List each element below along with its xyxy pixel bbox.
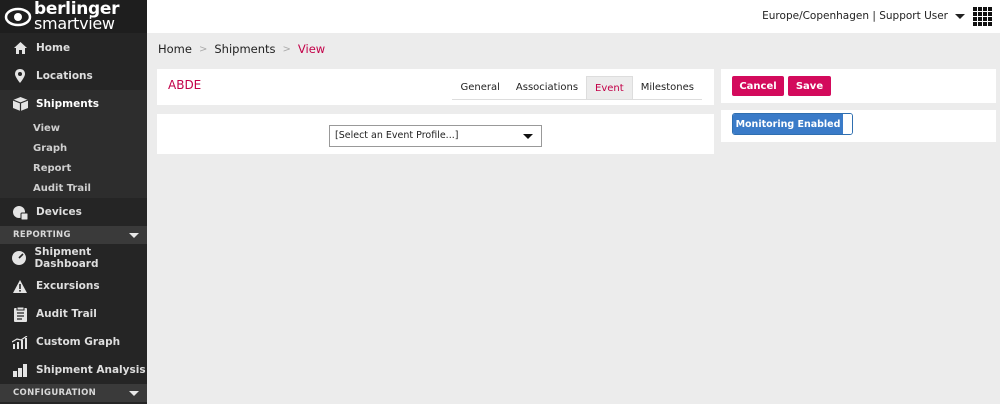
box-icon xyxy=(12,96,28,112)
sidebar-item-label: Locations xyxy=(36,70,93,82)
tab-associations[interactable]: Associations xyxy=(508,76,586,99)
chart-icon xyxy=(12,334,28,350)
sidebar-subitem-report[interactable]: Report xyxy=(0,158,147,178)
sidebar: berlinger smartview Home Locations Shipm… xyxy=(0,0,147,404)
home-icon xyxy=(12,40,28,56)
sidebar-item-locations[interactable]: Locations xyxy=(0,62,147,90)
app-grid-icon[interactable] xyxy=(973,7,992,26)
tab-milestones[interactable]: Milestones xyxy=(633,76,702,99)
bar-chart-icon xyxy=(12,362,28,378)
event-profile-select-value: [Select an Event Profile...] xyxy=(335,130,459,141)
save-button[interactable]: Save xyxy=(788,76,831,96)
sidebar-item-home[interactable]: Home xyxy=(0,34,147,62)
section-configuration[interactable]: CONFIGURATION xyxy=(0,384,147,402)
sidebar-subitem-graph[interactable]: Graph xyxy=(0,138,147,158)
event-profile-select[interactable]: [Select an Event Profile...] xyxy=(329,125,542,147)
map-pin-icon xyxy=(12,68,28,84)
warning-icon xyxy=(12,278,28,294)
sidebar-item-shipment-dashboard[interactable]: Shipment Dashboard xyxy=(0,244,147,272)
breadcrumb-current: View xyxy=(297,42,326,56)
chevron-down-icon xyxy=(523,134,533,139)
sidebar-item-label: Excursions xyxy=(36,280,100,292)
sidebar-item-custom-graph[interactable]: Custom Graph xyxy=(0,328,147,356)
sidebar-item-label: Devices xyxy=(36,206,82,218)
sidebar-subitem-audit-trail[interactable]: Audit Trail xyxy=(0,178,147,198)
tab-bar: General Associations Event Milestones xyxy=(452,76,702,100)
monitoring-panel: Monitoring Enabled xyxy=(721,110,996,142)
shipment-title: ABDE xyxy=(168,78,202,92)
brand-line-2: smartview xyxy=(34,14,115,33)
sidebar-item-devices[interactable]: Devices xyxy=(0,198,147,226)
section-reporting-label: REPORTING xyxy=(13,230,71,240)
device-icon xyxy=(12,204,28,220)
eye-logo-icon xyxy=(4,7,32,27)
user-info[interactable]: Europe/Copenhagen | Support User xyxy=(762,10,948,22)
logo[interactable]: berlinger smartview xyxy=(0,0,147,33)
user-menu-chevron-icon[interactable] xyxy=(955,14,965,19)
shipment-header-panel: ABDE General Associations Event Mileston… xyxy=(157,69,714,105)
section-reporting[interactable]: REPORTING xyxy=(0,226,147,244)
sidebar-item-audit-trail[interactable]: Audit Trail xyxy=(0,300,147,328)
breadcrumb-chevron-icon: > xyxy=(198,43,208,55)
chevron-down-icon xyxy=(129,390,139,396)
sidebar-item-label: Shipment Dashboard xyxy=(34,246,99,270)
toggle-knob[interactable] xyxy=(843,114,852,134)
monitoring-toggle-label: Monitoring Enabled xyxy=(733,114,843,134)
sidebar-item-excursions[interactable]: Excursions xyxy=(0,272,147,300)
sidebar-item-shipment-analysis[interactable]: Shipment Analysis xyxy=(0,356,147,384)
event-panel: [Select an Event Profile...] xyxy=(157,114,714,154)
breadcrumb-home[interactable]: Home xyxy=(158,42,192,56)
breadcrumb-chevron-icon: > xyxy=(282,43,291,55)
chevron-down-icon xyxy=(129,232,139,238)
breadcrumb-shipments[interactable]: Shipments xyxy=(214,42,275,56)
action-panel: Cancel Save xyxy=(721,69,996,103)
sidebar-item-label: Shipment Analysis xyxy=(36,364,146,376)
shipments-submenu: View Graph Report Audit Trail xyxy=(0,118,147,198)
sidebar-item-label: Home xyxy=(36,42,71,54)
tab-general[interactable]: General xyxy=(452,76,507,99)
sidebar-item-shipments[interactable]: Shipments xyxy=(0,90,147,118)
clipboard-icon xyxy=(12,306,28,322)
tab-event[interactable]: Event xyxy=(586,76,633,99)
gauge-icon xyxy=(12,250,27,266)
breadcrumb: Home > Shipments > View xyxy=(158,42,325,56)
section-configuration-label: CONFIGURATION xyxy=(13,388,97,398)
top-bar: Europe/Copenhagen | Support User xyxy=(147,0,1000,33)
sidebar-item-label: Audit Trail xyxy=(36,308,97,320)
monitoring-toggle[interactable]: Monitoring Enabled xyxy=(732,113,853,135)
cancel-button[interactable]: Cancel xyxy=(732,76,784,96)
sidebar-subitem-view[interactable]: View xyxy=(0,118,147,138)
sidebar-item-label: Shipments xyxy=(36,98,99,110)
sidebar-item-label: Custom Graph xyxy=(36,336,121,348)
